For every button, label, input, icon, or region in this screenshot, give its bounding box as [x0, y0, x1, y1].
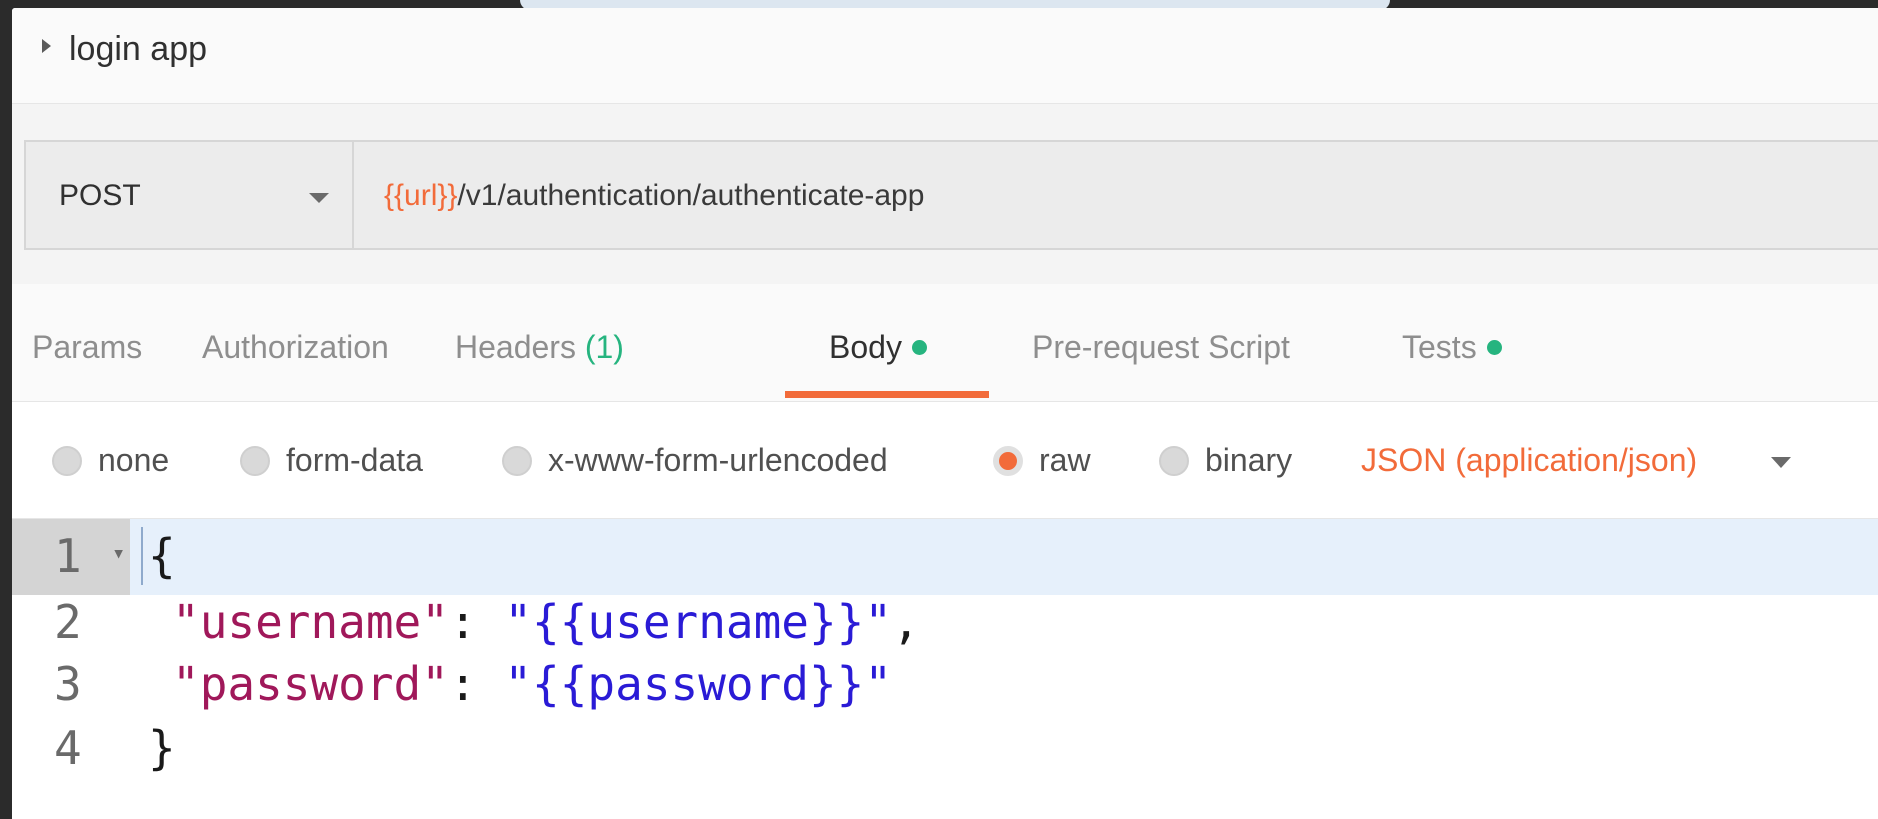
fold-toggle-icon[interactable]: ▾	[112, 541, 125, 566]
tab-pre-request-script-label: Pre-request Script	[1032, 329, 1290, 365]
radio-raw[interactable]: raw	[993, 442, 1091, 479]
line-number: 2	[54, 595, 82, 649]
radio-raw-circle[interactable]	[993, 445, 1023, 476]
method-label: POST	[59, 179, 141, 212]
radio-raw-label: raw	[1039, 442, 1091, 478]
request-tabs: Params Authorization Headers (1) Body Pr…	[12, 284, 1878, 402]
code-text: {	[148, 529, 176, 583]
chevron-down-icon[interactable]	[309, 193, 329, 203]
line-number: 1	[54, 529, 82, 583]
json-key: "username"	[172, 595, 449, 649]
json-key: "password"	[172, 657, 449, 711]
radio-binary[interactable]: binary	[1159, 442, 1292, 479]
radio-urlencoded-circle[interactable]	[502, 445, 532, 476]
tab-body-label: Body	[829, 329, 902, 365]
tab-params[interactable]: Params	[32, 329, 142, 366]
line-number: 3	[54, 657, 82, 711]
code-line: 4 }	[12, 711, 1878, 787]
tab-headers-label: Headers	[455, 329, 576, 365]
radio-urlencoded-label: x-www-form-urlencoded	[548, 442, 888, 478]
tab-body[interactable]: Body	[829, 329, 927, 366]
json-separator: :	[448, 657, 505, 711]
line-number: 4	[54, 721, 82, 775]
tab-tests[interactable]: Tests	[1402, 329, 1502, 366]
method-select[interactable]: POST	[24, 140, 352, 250]
body-type-options: none form-data x-www-form-urlencoded raw…	[12, 402, 1878, 518]
json-value: "{{password}}"	[504, 657, 893, 711]
tab-authorization-label: Authorization	[202, 329, 389, 365]
request-panel: login app POST {{url}}/v1/authentication…	[12, 8, 1878, 819]
code-text: "password": "{{password}}"	[172, 657, 892, 711]
tests-status-dot	[1486, 340, 1502, 356]
code-line: 1 ▾ {	[12, 519, 1878, 595]
tab-tests-label: Tests	[1402, 329, 1477, 365]
tab-headers[interactable]: Headers (1)	[455, 329, 624, 366]
code-text: "username": "{{username}}",	[172, 595, 920, 649]
url-path: /v1/authentication/authenticate-app	[457, 179, 925, 212]
headers-count-badge: (1)	[584, 329, 624, 365]
radio-binary-circle[interactable]	[1159, 445, 1189, 476]
json-comma: ,	[892, 595, 920, 649]
content-type-select[interactable]: JSON (application/json)	[1361, 442, 1697, 479]
body-status-dot	[911, 340, 927, 356]
tab-params-label: Params	[32, 329, 143, 365]
radio-form-data-label: form-data	[286, 442, 423, 478]
radio-x-www-form-urlencoded[interactable]: x-www-form-urlencoded	[502, 442, 888, 479]
radio-none-circle[interactable]	[52, 445, 82, 476]
active-tab-indicator	[785, 391, 989, 398]
json-value: "{{username}}"	[504, 595, 893, 649]
url-input[interactable]: {{url}}/v1/authentication/authenticate-a…	[352, 140, 1878, 250]
chevron-down-icon[interactable]	[1771, 457, 1791, 468]
tab-pre-request-script[interactable]: Pre-request Script	[1032, 329, 1290, 366]
tab-authorization[interactable]: Authorization	[202, 329, 389, 366]
url-bar-row: POST {{url}}/v1/authentication/authentic…	[12, 104, 1878, 284]
body-editor[interactable]: 1 ▾ { 2 "username": "{{username}}", 3 "p…	[12, 518, 1878, 819]
radio-none[interactable]: none	[52, 442, 169, 479]
json-separator: :	[448, 595, 505, 649]
radio-binary-label: binary	[1205, 442, 1293, 478]
radio-form-data[interactable]: form-data	[240, 442, 423, 479]
radio-form-data-circle[interactable]	[240, 445, 270, 476]
url-variable: {{url}}	[384, 179, 458, 212]
radio-none-label: none	[98, 442, 170, 478]
caret-right-icon[interactable]	[42, 39, 51, 53]
request-title-row[interactable]: login app	[12, 8, 1878, 104]
request-name: login app	[69, 30, 208, 68]
code-text: }	[148, 721, 176, 775]
url-text: {{url}}/v1/authentication/authenticate-a…	[384, 179, 924, 213]
